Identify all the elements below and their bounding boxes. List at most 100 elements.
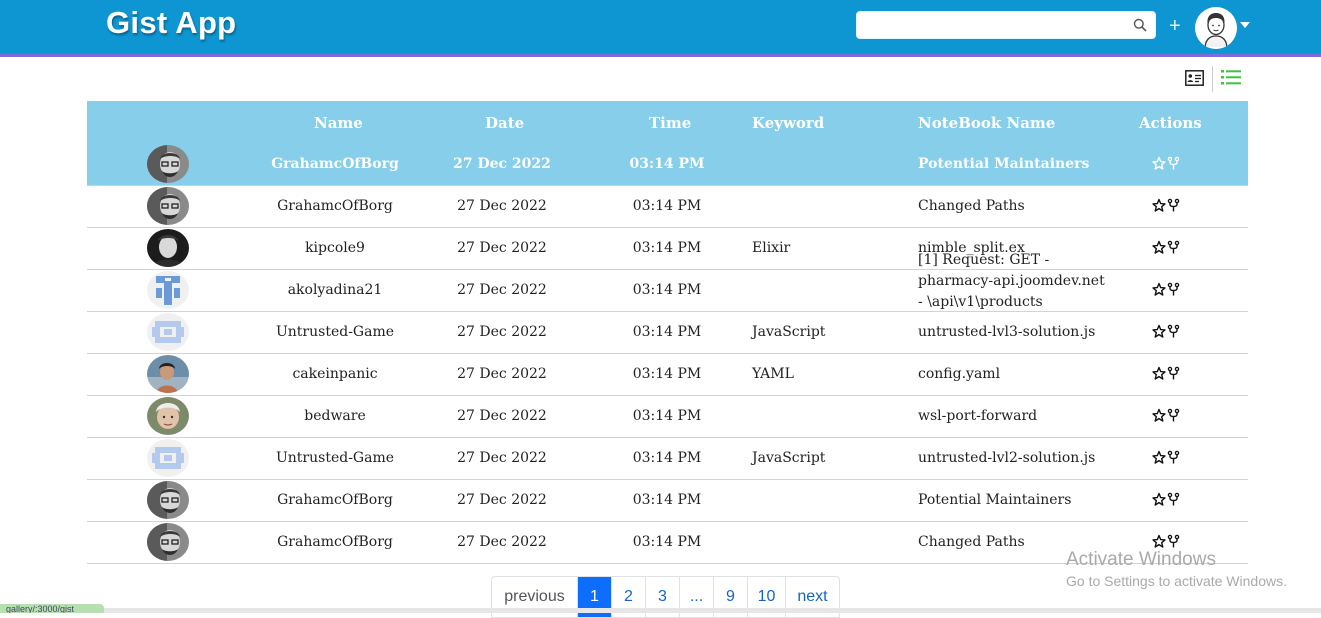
gist-time: 03:14 PM [632,240,702,256]
horizontal-scrollbar[interactable] [104,608,1321,613]
notebook-name-line: [1] Request: GET - [918,252,1050,268]
star-fork-actions[interactable] [1152,240,1182,256]
user-avatar-icon [1195,7,1237,49]
gist-date: 27 Dec 2022 [457,240,547,256]
table-row[interactable]: Untrusted-Game 27 Dec 2022 03:14 PM JavaScr… [87,312,1248,354]
gist-keyword: JavaScript [752,450,826,466]
author-name[interactable]: kipcole9 [235,240,435,256]
table-row[interactable]: GrahamcOfBorg 27 Dec 2022 03:14 PM Changed … [87,186,1248,228]
user-avatar-image[interactable] [147,397,189,435]
windows-activation-watermark-subtitle: Go to Settings to activate Windows. [1066,573,1287,589]
star-fork-icon[interactable] [1152,408,1182,424]
star-fork-icon[interactable] [1152,534,1182,550]
notebook-name[interactable]: Potential Maintainers [918,492,1071,508]
author-name[interactable]: GrahamcOfBorg [235,492,435,508]
gist-keyword: Elixir [752,240,791,256]
author-name[interactable]: Untrusted-Game [235,324,435,340]
notebook-name-line: pharmacy-api.joomdev.net [918,273,1105,289]
notebook-name[interactable]: untrusted-lvl2-solution.js [918,450,1095,466]
star-fork-actions[interactable] [1152,324,1182,340]
star-fork-actions[interactable] [1152,282,1182,298]
add-gist-plus-icon[interactable]: + [1169,16,1181,36]
gist-time: 03:14 PM [632,534,702,550]
caret-down-icon[interactable] [1240,22,1250,28]
user-avatar-image[interactable] [147,187,189,225]
user-avatar-image[interactable] [147,229,189,267]
table-row[interactable]: GrahamcOfBorg 27 Dec 2022 03:14 PM Potentia… [87,144,1248,186]
gist-date: 27 Dec 2022 [457,492,547,508]
gist-time: 03:14 PM [632,198,702,214]
search-icon[interactable] [1133,18,1147,32]
user-avatar-image[interactable] [147,313,189,351]
user-avatar-image[interactable] [147,145,189,183]
user-avatar-image[interactable] [147,439,189,477]
notebook-name[interactable]: Changed Paths [918,534,1025,550]
table-row[interactable]: bedware 27 Dec 2022 03:14 PM wsl-port-forwa… [87,396,1248,438]
table-row[interactable]: cakeinpanic 27 Dec 2022 03:14 PM YAML config… [87,354,1248,396]
star-fork-actions[interactable] [1152,534,1182,550]
gist-date: 27 Dec 2022 [457,366,547,382]
gist-date: 27 Dec 2022 [457,450,547,466]
notebook-name[interactable]: [1] Request: GET - pharmacy-api.joomdev.n… [918,250,1105,313]
user-avatar-image[interactable] [147,355,189,393]
table-row[interactable]: GrahamcOfBorg 27 Dec 2022 03:14 PM Potentia… [87,480,1248,522]
star-fork-actions[interactable] [1152,366,1182,382]
author-name[interactable]: bedware [235,408,435,424]
star-fork-icon[interactable] [1152,492,1182,508]
star-fork-icon[interactable] [1152,156,1182,172]
search-input[interactable] [863,13,1127,39]
star-fork-actions[interactable] [1152,492,1182,508]
author-name[interactable]: akolyadina21 [235,282,435,298]
author-name[interactable]: GrahamcOfBorg [235,534,435,550]
notebook-name[interactable]: Potential Maintainers [918,156,1089,172]
star-fork-icon[interactable] [1152,450,1182,466]
star-fork-icon[interactable] [1152,198,1182,214]
star-fork-icon[interactable] [1152,282,1182,298]
gist-date: 27 Dec 2022 [457,408,547,424]
gist-date: 27 Dec 2022 [457,534,547,550]
table-row[interactable]: akolyadina21 27 Dec 2022 03:14 PM [1] Reque… [87,252,1248,312]
gist-date: 27 Dec 2022 [457,198,547,214]
status-bar-url: gallery/:3000/gist [0,604,104,613]
table-header: Name Date Time Keyword NoteBook Name Act… [87,101,1248,144]
column-header-time: Time [649,114,692,132]
author-name[interactable]: Untrusted-Game [235,450,435,466]
column-header-notebook-name: NoteBook Name [918,114,1056,132]
notebook-name-line: - \api\v1\products [918,294,1043,310]
user-avatar-image[interactable] [147,481,189,519]
notebook-name[interactable]: untrusted-lvl3-solution.js [918,324,1095,340]
top-navbar: Gist App + [0,0,1321,57]
gist-time: 03:14 PM [632,450,702,466]
star-fork-actions[interactable] [1152,198,1182,214]
author-name[interactable]: cakeinpanic [235,366,435,382]
list-view-icon[interactable] [1221,69,1241,86]
column-header-name: Name [314,114,363,132]
notebook-name[interactable]: wsl-port-forward [918,408,1037,424]
gist-time: 03:14 PM [629,156,705,172]
gist-date: 27 Dec 2022 [457,282,547,298]
star-fork-actions[interactable] [1152,156,1182,172]
gist-time: 03:14 PM [632,492,702,508]
column-header-actions: Actions [1139,114,1202,132]
star-fork-actions[interactable] [1152,408,1182,424]
windows-activation-watermark-title: Activate Windows [1066,549,1216,570]
star-fork-icon[interactable] [1152,324,1182,340]
card-view-icon[interactable] [1185,70,1204,86]
app-title[interactable]: Gist App [106,5,236,41]
star-fork-icon[interactable] [1152,366,1182,382]
user-avatar-image[interactable] [147,523,189,561]
author-name[interactable]: GrahamcOfBorg [235,198,435,214]
star-fork-icon[interactable] [1152,240,1182,256]
gist-keyword: YAML [752,366,794,382]
user-avatar[interactable] [1195,7,1237,49]
author-name[interactable]: GrahamcOfBorg [235,156,435,172]
notebook-name[interactable]: config.yaml [918,366,1000,382]
notebook-name[interactable]: Changed Paths [918,198,1025,214]
search-box[interactable] [856,11,1156,39]
gist-time: 03:14 PM [632,282,702,298]
gist-date: 27 Dec 2022 [457,324,547,340]
star-fork-actions[interactable] [1152,450,1182,466]
column-header-date: Date [485,114,525,132]
table-row[interactable]: Untrusted-Game 27 Dec 2022 03:14 PM JavaScr… [87,438,1248,480]
user-avatar-image[interactable] [147,271,189,309]
